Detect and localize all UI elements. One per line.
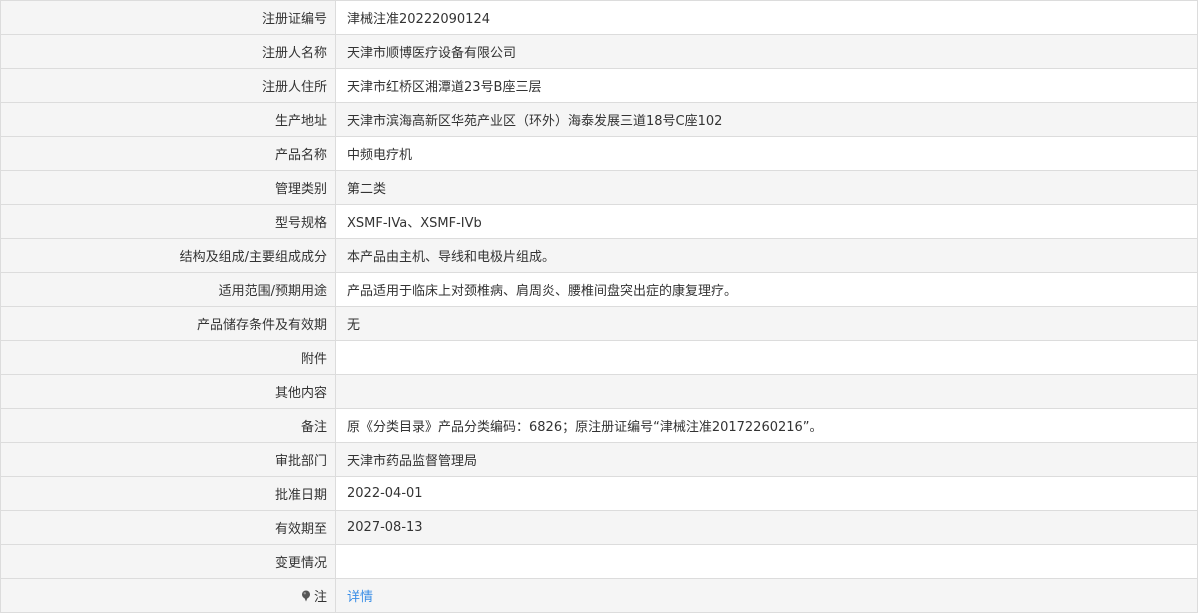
- table-row: 产品储存条件及有效期 无: [0, 306, 1198, 341]
- table-row: 产品名称 中频电疗机: [0, 136, 1198, 171]
- registration-record-table: 注册证编号 津械注准20222090124 注册人名称 天津市顺博医疗设备有限公…: [0, 0, 1198, 613]
- table-row: 备注 原《分类目录》产品分类编码：6826；原注册证编号“津械注准2017226…: [0, 408, 1198, 443]
- field-label-change-history: 变更情况: [0, 544, 336, 579]
- field-value-approval-department: 天津市药品监督管理局: [335, 442, 1198, 477]
- field-label-approval-date: 批准日期: [0, 476, 336, 511]
- table-row: 适用范围/预期用途 产品适用于临床上对颈椎病、肩周炎、腰椎间盘突出症的康复理疗。: [0, 272, 1198, 307]
- table-row: 变更情况: [0, 544, 1198, 579]
- field-label-approval-department: 审批部门: [0, 442, 336, 477]
- table-row: 批准日期 2022-04-01: [0, 476, 1198, 511]
- field-value-approval-date: 2022-04-01: [335, 476, 1198, 511]
- field-label-model-spec: 型号规格: [0, 204, 336, 239]
- field-value-valid-until: 2027-08-13: [335, 510, 1198, 545]
- field-label-remarks: 备注: [0, 408, 336, 443]
- details-link[interactable]: 详情: [347, 590, 373, 605]
- field-value-product-name: 中频电疗机: [335, 136, 1198, 171]
- field-label-registrant-address: 注册人住所: [0, 68, 336, 103]
- field-label-structure: 结构及组成/主要组成成分: [0, 238, 336, 273]
- field-value-production-address: 天津市滨海高新区华苑产业区（环外）海泰发展三道18号C座102: [335, 102, 1198, 137]
- table-row: 注册证编号 津械注准20222090124: [0, 0, 1198, 35]
- field-label-storage-validity: 产品储存条件及有效期: [0, 306, 336, 341]
- field-value-change-history: [335, 544, 1198, 579]
- field-label-valid-until: 有效期至: [0, 510, 336, 545]
- field-label-other-content: 其他内容: [0, 374, 336, 409]
- table-row: 附件: [0, 340, 1198, 375]
- field-label-registrant-name: 注册人名称: [0, 34, 336, 69]
- field-value-attachments: [335, 340, 1198, 375]
- field-value-storage-validity: 无: [335, 306, 1198, 341]
- field-value-intended-use: 产品适用于临床上对颈椎病、肩周炎、腰椎间盘突出症的康复理疗。: [335, 272, 1198, 307]
- field-value-model-spec: XSMF-IVa、XSMF-IVb: [335, 204, 1198, 239]
- field-value-other-content: [335, 374, 1198, 409]
- field-value-registration-number: 津械注准20222090124: [335, 0, 1198, 35]
- field-value-structure: 本产品由主机、导线和电极片组成。: [335, 238, 1198, 273]
- table-row: 结构及组成/主要组成成分 本产品由主机、导线和电极片组成。: [0, 238, 1198, 273]
- table-row: 注 详情: [0, 578, 1198, 613]
- field-value-registrant-address: 天津市红桥区湘潭道23号B座三层: [335, 68, 1198, 103]
- field-label-attachments: 附件: [0, 340, 336, 375]
- record-rows: 注册证编号 津械注准20222090124 注册人名称 天津市顺博医疗设备有限公…: [0, 0, 1198, 613]
- field-label-product-name: 产品名称: [0, 136, 336, 171]
- note-label: 注: [313, 590, 327, 605]
- table-row: 其他内容: [0, 374, 1198, 409]
- table-row: 管理类别 第二类: [0, 170, 1198, 205]
- table-row: 注册人住所 天津市红桥区湘潭道23号B座三层: [0, 68, 1198, 103]
- field-value-remarks: 原《分类目录》产品分类编码：6826；原注册证编号“津械注准2017226021…: [335, 408, 1198, 443]
- table-row: 型号规格 XSMF-IVa、XSMF-IVb: [0, 204, 1198, 239]
- table-row: 有效期至 2027-08-13: [0, 510, 1198, 545]
- field-value-registrant-name: 天津市顺博医疗设备有限公司: [335, 34, 1198, 69]
- field-label-intended-use: 适用范围/预期用途: [0, 272, 336, 307]
- pin-icon: [301, 590, 311, 602]
- field-label-note: 注: [0, 578, 336, 613]
- field-label-registration-number: 注册证编号: [0, 0, 336, 35]
- table-row: 生产地址 天津市滨海高新区华苑产业区（环外）海泰发展三道18号C座102: [0, 102, 1198, 137]
- field-label-production-address: 生产地址: [0, 102, 336, 137]
- table-row: 注册人名称 天津市顺博医疗设备有限公司: [0, 34, 1198, 69]
- field-value-management-category: 第二类: [335, 170, 1198, 205]
- field-label-management-category: 管理类别: [0, 170, 336, 205]
- field-value-note: 详情: [335, 578, 1198, 613]
- table-row: 审批部门 天津市药品监督管理局: [0, 442, 1198, 477]
